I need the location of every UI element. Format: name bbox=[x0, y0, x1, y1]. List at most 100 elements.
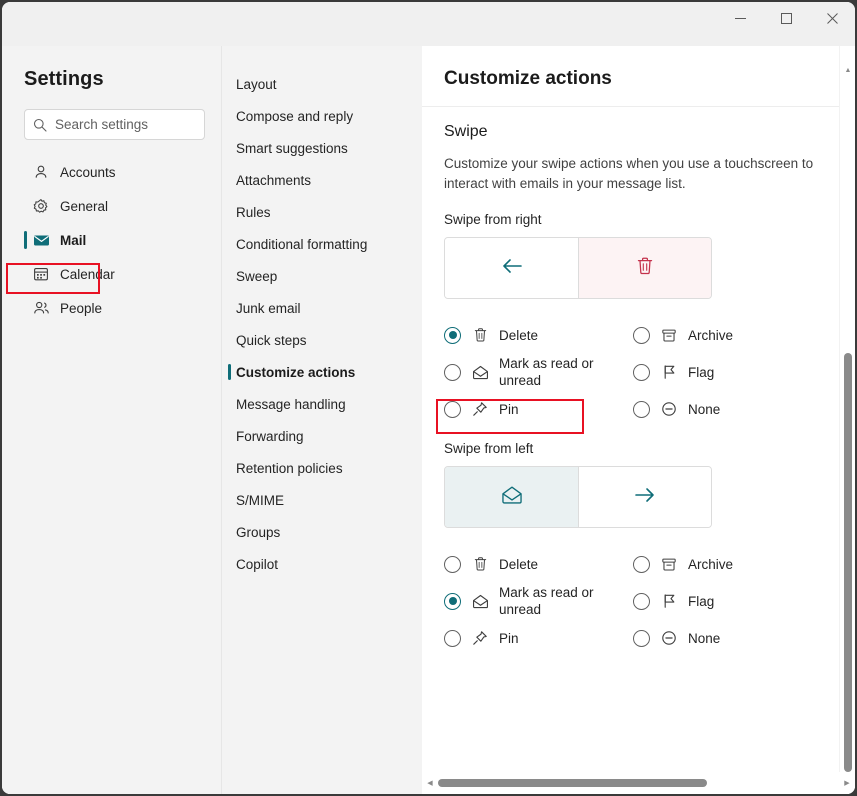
option-delete-right[interactable]: Delete bbox=[444, 319, 633, 351]
radio-pin-left[interactable] bbox=[444, 630, 461, 647]
sidebar-item-general[interactable]: General bbox=[24, 190, 205, 222]
option-none-right[interactable]: None bbox=[633, 393, 794, 425]
scroll-up-arrow[interactable]: ▲ bbox=[840, 62, 855, 78]
close-icon bbox=[827, 13, 838, 24]
nav-item-smart-suggestions[interactable]: Smart suggestions bbox=[226, 132, 412, 164]
sidebar-item-label: People bbox=[60, 301, 102, 316]
radio-archive-left[interactable] bbox=[633, 556, 650, 573]
people-icon bbox=[32, 300, 50, 316]
nav-item-customize-actions[interactable]: Customize actions bbox=[226, 356, 412, 388]
option-label: Archive bbox=[688, 556, 733, 573]
nav-item-retention-policies[interactable]: Retention policies bbox=[226, 452, 412, 484]
flag-icon bbox=[660, 593, 678, 609]
maximize-icon bbox=[781, 13, 792, 24]
mail-settings-nav: Layout Compose and reply Smart suggestio… bbox=[221, 46, 422, 794]
selection-indicator bbox=[228, 364, 231, 380]
nav-item-quick-steps[interactable]: Quick steps bbox=[226, 324, 412, 356]
nav-item-groups[interactable]: Groups bbox=[226, 516, 412, 548]
horizontal-scrollbar-track[interactable] bbox=[438, 775, 839, 791]
nav-item-rules[interactable]: Rules bbox=[226, 196, 412, 228]
nav-item-label: Retention policies bbox=[236, 461, 343, 476]
content-scroll-area: Swipe Customize your swipe actions when … bbox=[422, 107, 855, 794]
minimize-button[interactable] bbox=[717, 2, 763, 34]
pin-icon bbox=[471, 630, 489, 646]
option-archive-right[interactable]: Archive bbox=[633, 319, 794, 351]
nav-item-label: Junk email bbox=[236, 301, 301, 316]
search-settings-box[interactable]: Search settings bbox=[24, 109, 205, 140]
nav-item-smime[interactable]: S/MIME bbox=[226, 484, 412, 516]
nav-item-message-handling[interactable]: Message handling bbox=[226, 388, 412, 420]
nav-item-label: S/MIME bbox=[236, 493, 284, 508]
option-label: Flag bbox=[688, 364, 714, 381]
nav-item-label: Forwarding bbox=[236, 429, 304, 444]
option-label: Pin bbox=[499, 401, 519, 418]
content-header: Customize actions bbox=[422, 46, 855, 107]
option-flag-right[interactable]: Flag bbox=[633, 351, 794, 393]
radio-none-right[interactable] bbox=[633, 401, 650, 418]
nav-item-junk-email[interactable]: Junk email bbox=[226, 292, 412, 324]
trash-icon bbox=[471, 327, 489, 343]
person-icon bbox=[32, 164, 50, 180]
sidebar-item-mail[interactable]: Mail bbox=[24, 224, 205, 256]
nav-item-label: Attachments bbox=[236, 173, 311, 188]
radio-delete-right[interactable] bbox=[444, 327, 461, 344]
nav-item-label: Groups bbox=[236, 525, 280, 540]
option-mark-read-unread-right[interactable]: Mark as read or unread bbox=[444, 351, 633, 393]
vertical-scrollbar-thumb[interactable] bbox=[844, 353, 852, 772]
nav-item-attachments[interactable]: Attachments bbox=[226, 164, 412, 196]
radio-flag-right[interactable] bbox=[633, 364, 650, 381]
option-none-left[interactable]: None bbox=[633, 622, 794, 654]
option-pin-left[interactable]: Pin bbox=[444, 622, 633, 654]
nav-item-conditional-formatting[interactable]: Conditional formatting bbox=[226, 228, 412, 260]
vertical-scrollbar[interactable]: ▲ ▼ bbox=[839, 46, 855, 794]
nav-item-layout[interactable]: Layout bbox=[226, 68, 412, 100]
preview-cell-mark-read bbox=[445, 467, 578, 527]
nav-item-label: Message handling bbox=[236, 397, 346, 412]
radio-pin-right[interactable] bbox=[444, 401, 461, 418]
nav-item-copilot[interactable]: Copilot bbox=[226, 548, 412, 580]
horizontal-scrollbar-thumb[interactable] bbox=[438, 779, 707, 787]
sidebar-item-calendar[interactable]: Calendar bbox=[24, 258, 205, 290]
pin-icon bbox=[471, 401, 489, 417]
settings-window: Settings Search settings bbox=[2, 2, 855, 794]
scroll-left-arrow[interactable]: ◀ bbox=[422, 775, 438, 791]
selection-indicator bbox=[24, 231, 27, 249]
option-pin-right[interactable]: Pin bbox=[444, 393, 633, 425]
horizontal-scrollbar[interactable]: ◀ ▶ bbox=[422, 772, 855, 794]
nav-item-label: Conditional formatting bbox=[236, 237, 367, 252]
sidebar-item-label: Accounts bbox=[60, 165, 116, 180]
radio-none-left[interactable] bbox=[633, 630, 650, 647]
radio-archive-right[interactable] bbox=[633, 327, 650, 344]
nav-item-label: Rules bbox=[236, 205, 271, 220]
sidebar-item-people[interactable]: People bbox=[24, 292, 205, 324]
radio-mark-read-unread-right[interactable] bbox=[444, 364, 461, 381]
envelope-open-icon bbox=[471, 365, 489, 380]
option-flag-left[interactable]: Flag bbox=[633, 580, 794, 622]
radio-flag-left[interactable] bbox=[633, 593, 650, 610]
scroll-right-arrow[interactable]: ▶ bbox=[839, 775, 855, 791]
nav-item-sweep[interactable]: Sweep bbox=[226, 260, 412, 292]
nav-item-compose-and-reply[interactable]: Compose and reply bbox=[226, 100, 412, 132]
nav-item-label: Copilot bbox=[236, 557, 278, 572]
gear-icon bbox=[32, 198, 50, 214]
option-label: None bbox=[688, 630, 720, 647]
trash-icon bbox=[471, 556, 489, 572]
close-button[interactable] bbox=[809, 2, 855, 34]
envelope-open-icon bbox=[501, 485, 523, 510]
option-mark-read-unread-left[interactable]: Mark as read or unread bbox=[444, 580, 633, 622]
option-archive-left[interactable]: Archive bbox=[633, 548, 794, 580]
option-delete-left[interactable]: Delete bbox=[444, 548, 633, 580]
nav-item-label: Layout bbox=[236, 77, 277, 92]
nav-item-forwarding[interactable]: Forwarding bbox=[226, 420, 412, 452]
sidebar-item-label: General bbox=[60, 199, 108, 214]
sidebar-item-accounts[interactable]: Accounts bbox=[24, 156, 205, 188]
radio-mark-read-unread-left[interactable] bbox=[444, 593, 461, 610]
search-input[interactable]: Search settings bbox=[55, 117, 148, 132]
sidebar-item-label: Calendar bbox=[60, 267, 115, 282]
content-pane: Customize actions Swipe Customize your s… bbox=[422, 46, 855, 794]
maximize-button[interactable] bbox=[763, 2, 809, 34]
option-label: None bbox=[688, 401, 720, 418]
preview-cell-delete bbox=[578, 238, 711, 298]
preview-cell-arrow-left bbox=[445, 238, 578, 298]
radio-delete-left[interactable] bbox=[444, 556, 461, 573]
